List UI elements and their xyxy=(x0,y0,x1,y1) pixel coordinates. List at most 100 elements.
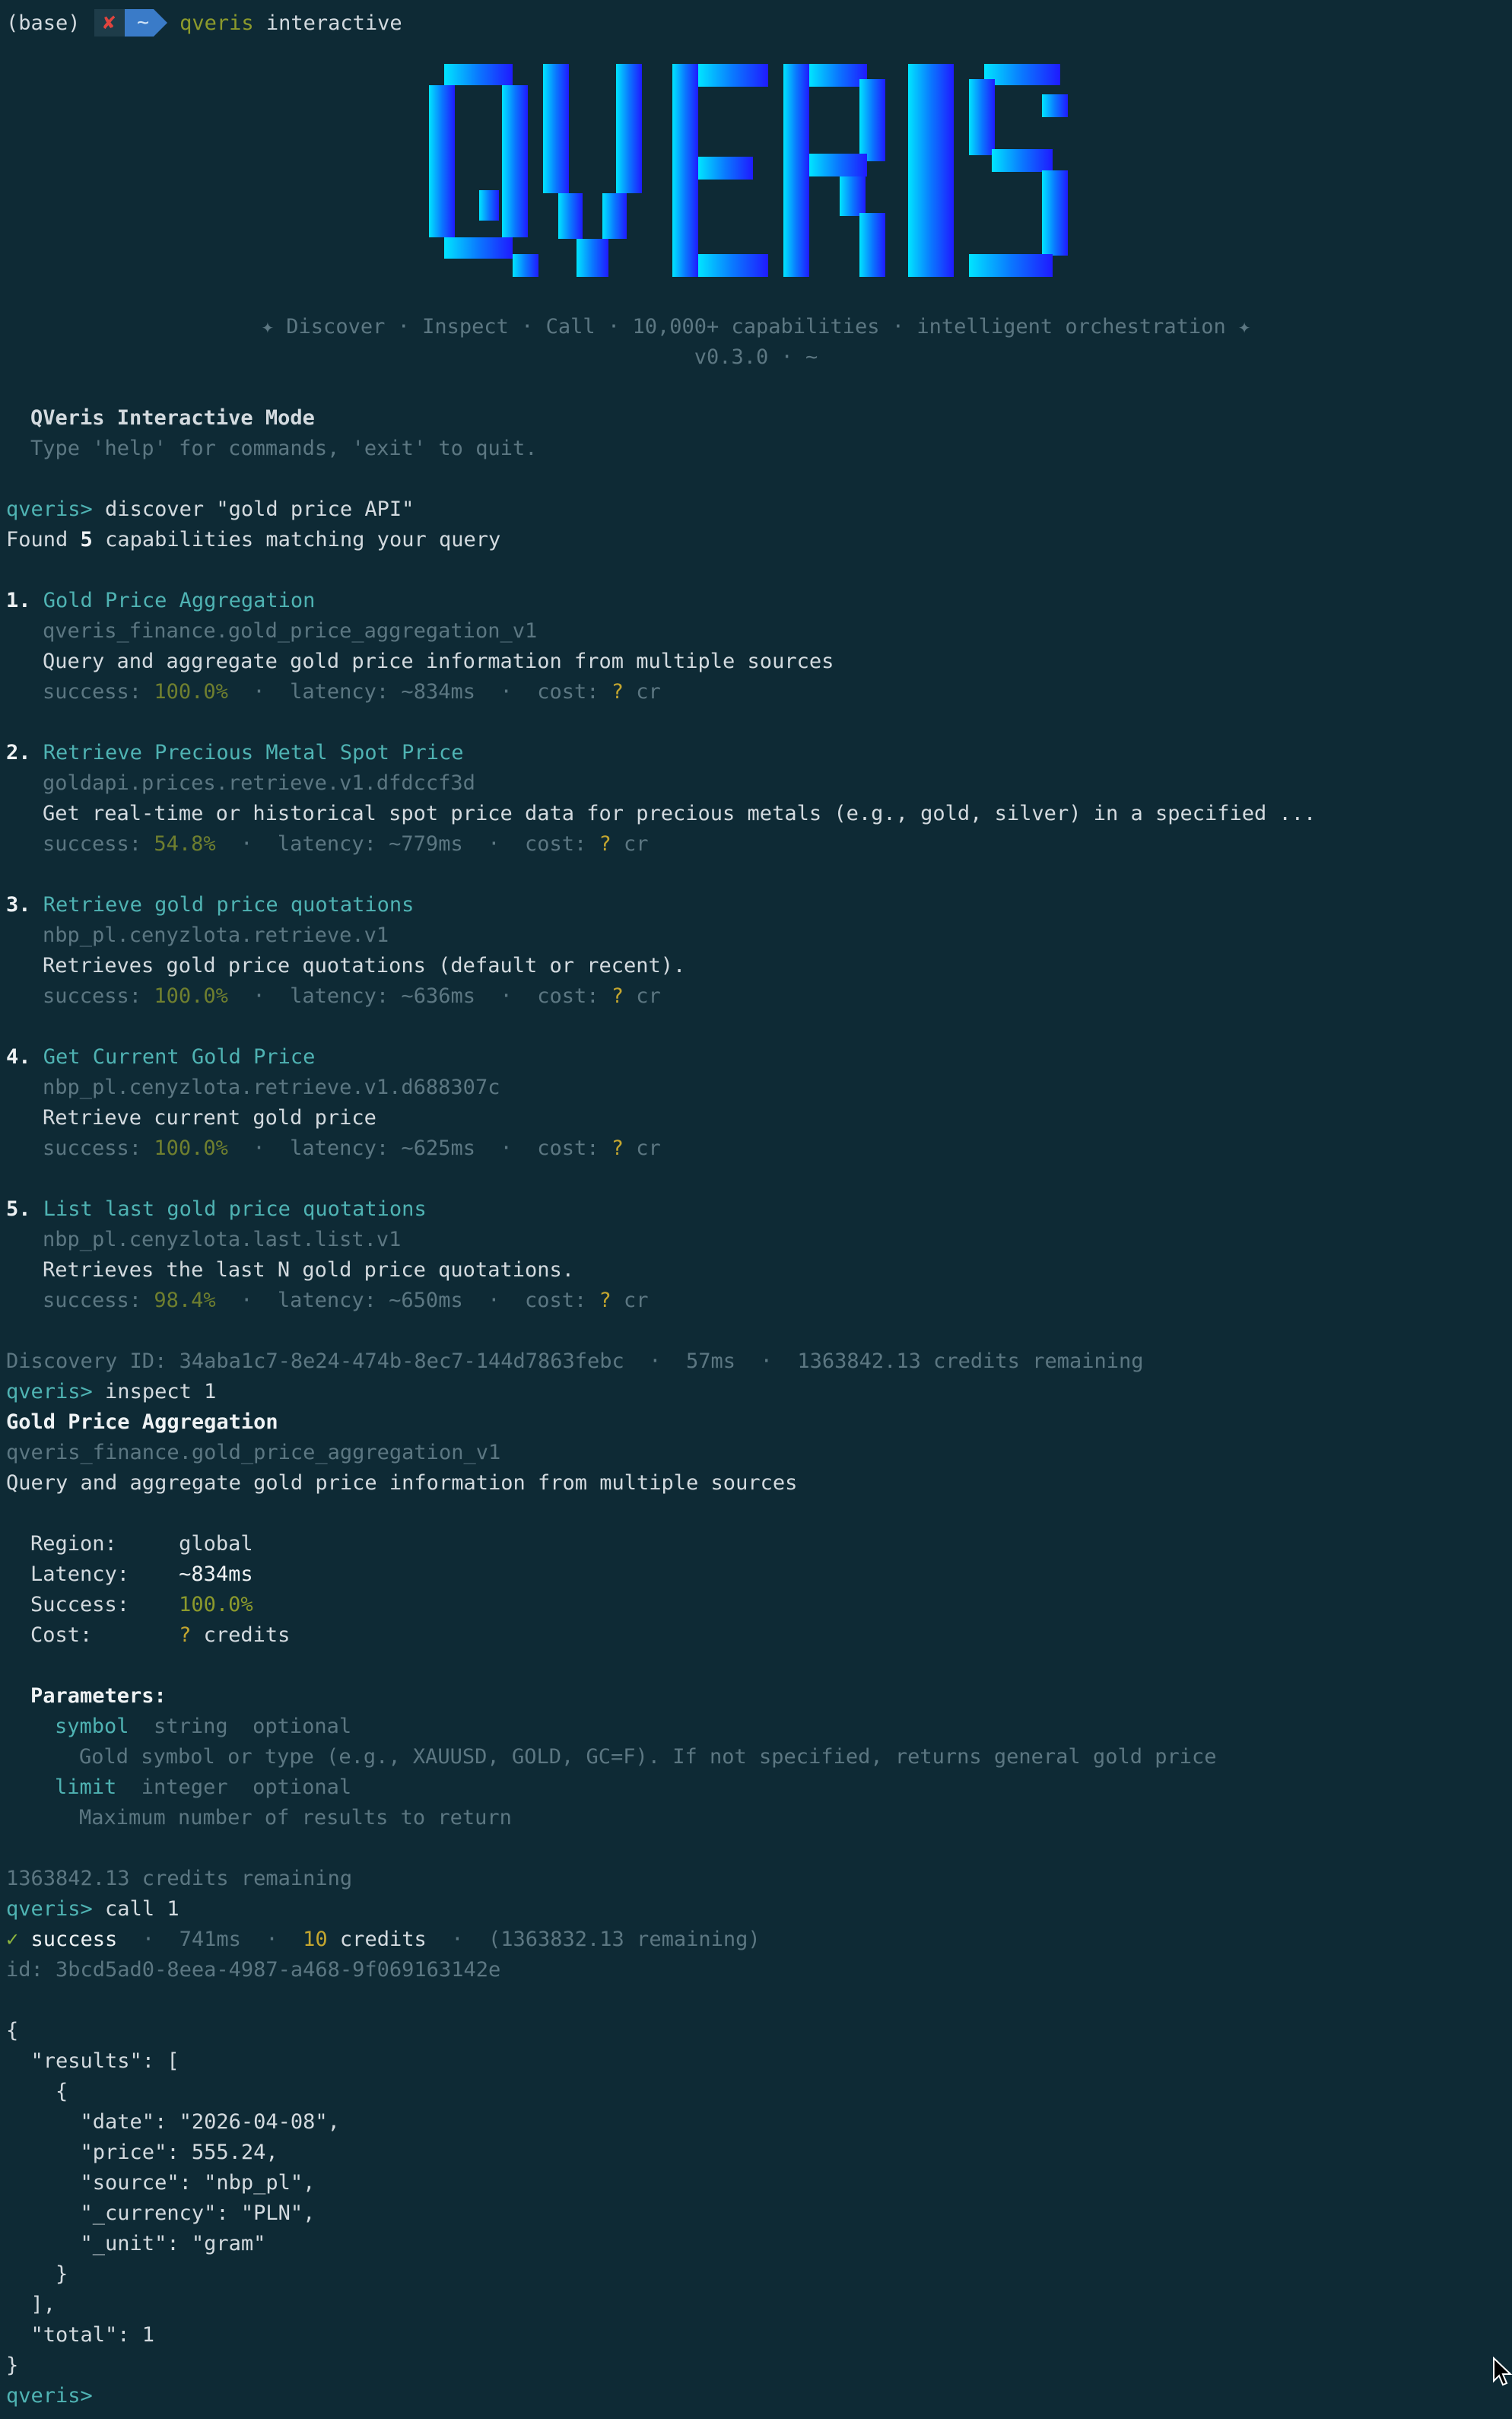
result-stats: success: 54.8% · latency: ~779ms · cost:… xyxy=(43,829,649,860)
stat-label: success: xyxy=(43,1136,154,1160)
call-status: success xyxy=(30,1928,118,1951)
field-value: global xyxy=(179,1532,253,1556)
credits-used: 10 xyxy=(303,1928,328,1951)
result-id: nbp_pl.cenyzlota.last.list.v1 xyxy=(43,1228,402,1251)
error-status-icon: ✘ xyxy=(94,9,125,37)
result-stats: success: 100.0% · latency: ~834ms · cost… xyxy=(43,677,661,707)
cost-value: ? xyxy=(611,984,624,1008)
mouse-pointer-icon xyxy=(1493,2357,1512,2386)
result-id: goldapi.prices.retrieve.v1.dfdccf3d xyxy=(43,771,475,795)
success-rate: 98.4% xyxy=(154,1289,216,1312)
summary-suffix: capabilities matching your query xyxy=(92,528,501,552)
cost-unit: cr xyxy=(624,1136,661,1160)
parameter-meta: integer optional xyxy=(116,1775,352,1799)
result-title: Gold Price Aggregation xyxy=(43,589,316,612)
result-title-line: 2. Retrieve Precious Metal Spot Price xyxy=(6,738,463,768)
call-command-line: qveris> call 1 xyxy=(6,1894,179,1925)
cost-unit: cr xyxy=(624,680,661,704)
field-value: ~834ms xyxy=(179,1562,253,1586)
inspect-region: Region: global xyxy=(30,1529,253,1559)
home-dir-segment: ~ xyxy=(124,9,154,37)
json-line: } xyxy=(6,2262,68,2286)
latency-text: · latency: ~834ms · cost: xyxy=(227,680,611,704)
json-line: "total": 1 xyxy=(6,2323,155,2347)
stat-label: success: xyxy=(43,1289,154,1312)
discover-command-line: qveris> discover "gold price API" xyxy=(6,494,414,525)
prompt-label: qveris> xyxy=(6,1380,93,1403)
inspect-command-line: qveris> inspect 1 xyxy=(6,1377,216,1407)
result-id: qveris_finance.gold_price_aggregation_v1 xyxy=(43,619,538,643)
stat-label: success: xyxy=(43,832,154,856)
field-label: Latency: xyxy=(30,1562,179,1586)
command-text: inspect 1 xyxy=(92,1380,217,1403)
parameter-description: Gold symbol or type (e.g., XAUUSD, GOLD,… xyxy=(79,1745,1217,1769)
json-line: "_currency": "PLN", xyxy=(6,2201,316,2225)
cost-value: ? xyxy=(599,832,611,856)
check-icon: ✓ xyxy=(6,1928,31,1951)
discovery-footer: Discovery ID: 34aba1c7-8e24-474b-8ec7-14… xyxy=(6,1349,1144,1373)
result-description: Query and aggregate gold price informati… xyxy=(43,650,834,673)
cost-value: ? xyxy=(179,1623,192,1647)
prompt-label: qveris> xyxy=(6,1897,93,1921)
result-description: Retrieves gold price quotations (default… xyxy=(43,954,686,977)
parameter-line: limit integer optional xyxy=(55,1772,351,1803)
parameter-meta: string optional xyxy=(129,1715,352,1738)
terminal-window[interactable]: (base) ✘ ~ qveris interactive ✦ Discover… xyxy=(0,0,1512,2419)
intro-title: QVeris Interactive Mode xyxy=(30,406,315,430)
result-description: Get real-time or historical spot price d… xyxy=(43,802,1317,825)
success-rate: 100.0% xyxy=(154,984,228,1008)
active-prompt-line[interactable]: qveris> xyxy=(6,2381,93,2411)
result-stats: success: 100.0% · latency: ~636ms · cost… xyxy=(43,981,661,1012)
parameter-description: Maximum number of results to return xyxy=(79,1806,512,1829)
result-number: 2. xyxy=(6,741,31,764)
command-text: discover "gold price API" xyxy=(92,497,415,521)
json-line: "results": [ xyxy=(6,2049,179,2073)
success-rate: 100.0% xyxy=(154,680,228,704)
credits-label: credits xyxy=(327,1928,427,1951)
result-description: Retrieves the last N gold price quotatio… xyxy=(43,1258,574,1282)
result-stats: success: 98.4% · latency: ~650ms · cost:… xyxy=(43,1286,649,1316)
result-count: 5 xyxy=(80,528,93,552)
cost-unit: credits xyxy=(191,1623,291,1647)
powerline-arrow-icon xyxy=(154,9,168,37)
prompt-label: qveris> xyxy=(6,497,93,521)
field-value: 100.0% xyxy=(179,1593,253,1616)
call-id: id: 3bcd5ad0-8eea-4987-a468-9f069163142e xyxy=(6,1958,501,1982)
discover-summary: Found 5 capabilities matching your query xyxy=(6,525,500,555)
json-line: "date": "2026-04-08", xyxy=(6,2110,340,2134)
result-title: Get Current Gold Price xyxy=(43,1045,316,1069)
shell-command-name: qveris xyxy=(179,11,254,35)
json-line: "price": 555.24, xyxy=(6,2141,278,2164)
stat-label: success: xyxy=(43,680,154,704)
json-line: "source": "nbp_pl", xyxy=(6,2171,316,2195)
call-status-line: ✓ success · 741ms · 10 credits · (136383… xyxy=(6,1925,761,1955)
inspect-success: Success: 100.0% xyxy=(30,1590,253,1620)
result-number: 3. xyxy=(6,893,31,917)
cost-unit: cr xyxy=(611,832,649,856)
result-stats: success: 100.0% · latency: ~625ms · cost… xyxy=(43,1133,661,1164)
result-title-line: 4. Get Current Gold Price xyxy=(6,1042,315,1073)
success-rate: 54.8% xyxy=(154,832,216,856)
parameters-heading: Parameters: xyxy=(30,1684,167,1708)
parameter-line: symbol string optional xyxy=(55,1712,351,1742)
cost-unit: cr xyxy=(611,1289,649,1312)
cost-value: ? xyxy=(611,680,624,704)
result-id: nbp_pl.cenyzlota.retrieve.v1.d688307c xyxy=(43,1076,500,1099)
inspect-title: Gold Price Aggregation xyxy=(6,1410,278,1434)
field-label: Region: xyxy=(30,1532,179,1556)
result-number: 4. xyxy=(6,1045,31,1069)
banner-version: v0.3.0 · ~ xyxy=(694,345,818,369)
result-number: 1. xyxy=(6,589,31,612)
json-line: "_unit": "gram" xyxy=(6,2232,266,2255)
prompt-label: qveris> xyxy=(6,2384,93,2408)
result-title: List last gold price quotations xyxy=(43,1197,427,1221)
json-line: ], xyxy=(6,2293,56,2316)
shell-prompt: (base) ✘ ~ qveris interactive xyxy=(6,8,402,38)
qveris-logo xyxy=(429,64,1068,277)
summary-prefix: Found xyxy=(6,528,81,552)
latency-text: · latency: ~779ms · cost: xyxy=(215,832,599,856)
call-time: · 741ms · xyxy=(117,1928,303,1951)
result-title-line: 1. Gold Price Aggregation xyxy=(6,586,315,616)
json-line: { xyxy=(6,2019,19,2042)
shell-command-arg: interactive xyxy=(253,11,402,35)
